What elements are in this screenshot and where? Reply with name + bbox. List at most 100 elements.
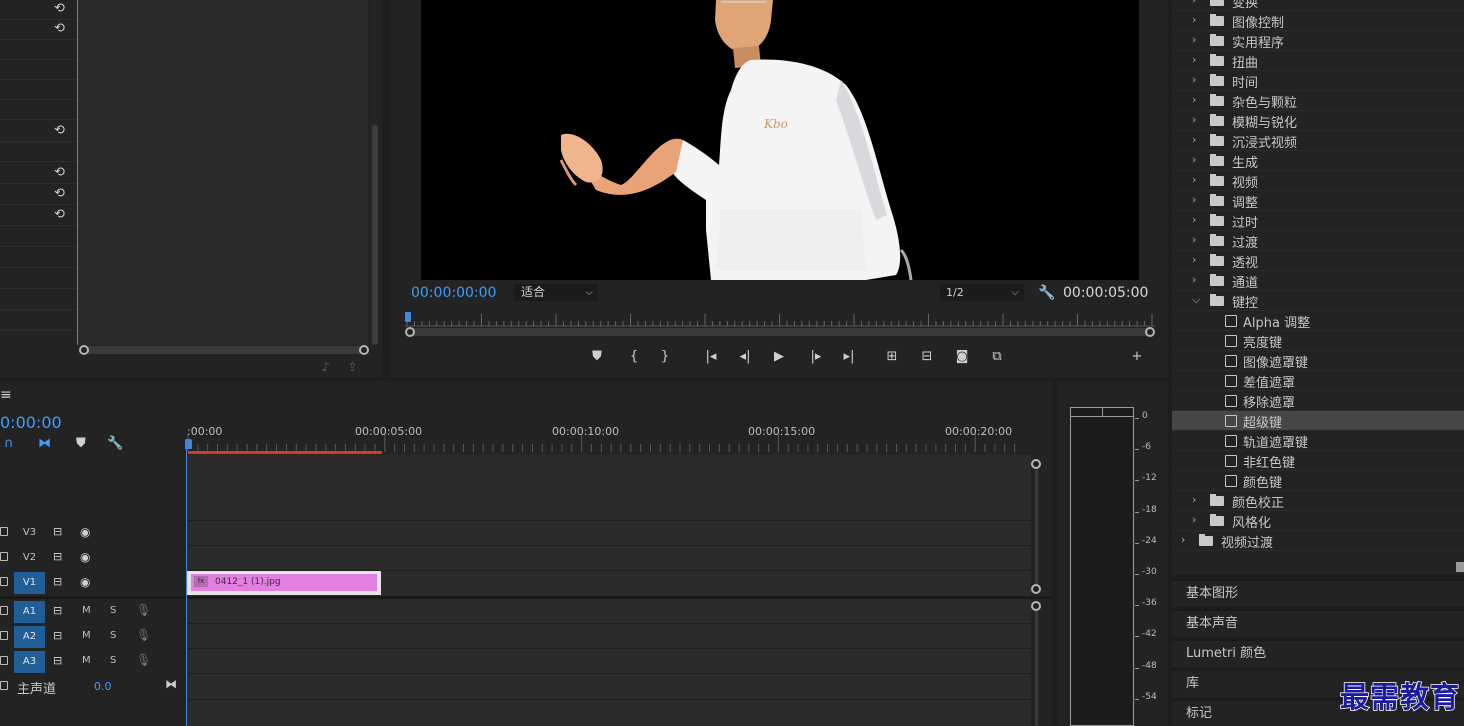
chevron-right-icon[interactable]: › <box>1192 233 1196 246</box>
lock-icon[interactable] <box>0 577 8 586</box>
effects-scroll-indicator[interactable] <box>1456 562 1464 572</box>
mute-button[interactable]: M <box>82 630 91 641</box>
export-frame-icon[interactable]: ◙ <box>953 349 971 365</box>
step-forward-icon[interactable]: |▸ <box>807 349 825 365</box>
video-scrollbar[interactable] <box>1035 469 1038 584</box>
solo-button[interactable]: S <box>110 630 116 641</box>
mark-in-icon[interactable]: { <box>625 349 643 365</box>
mic-icon[interactable]: 🎙 <box>136 653 151 667</box>
sync-lock-icon[interactable]: ⊟ <box>53 654 62 667</box>
chevron-right-icon[interactable]: › <box>1192 93 1196 106</box>
eye-icon[interactable]: ◉ <box>80 575 90 589</box>
mic-icon[interactable]: 🎙 <box>136 628 151 642</box>
master-volume-value[interactable]: 0.0 <box>94 680 112 693</box>
mute-button[interactable]: M <box>82 655 91 666</box>
comparison-view-icon[interactable]: ⧉ <box>988 349 1006 365</box>
sync-lock-icon[interactable]: ⊟ <box>53 575 62 588</box>
effect-folder[interactable]: › 变换 <box>1172 0 1464 11</box>
lift-icon[interactable]: ⊞ <box>883 349 901 365</box>
audio-filter-icon[interactable]: ♪ <box>322 360 330 374</box>
video-audio-divider[interactable] <box>0 596 1052 599</box>
eye-icon[interactable]: ◉ <box>80 525 90 539</box>
timeline-playhead[interactable] <box>185 439 192 449</box>
snap-magnet-icon[interactable]: ∩ <box>4 436 14 451</box>
panel-essential-sound[interactable]: 基本声音 <box>1172 609 1464 637</box>
chevron-right-icon[interactable]: › <box>1192 13 1196 26</box>
effect-folder[interactable]: › 过渡 <box>1172 231 1464 251</box>
audio-tracks-area[interactable] <box>186 599 1031 726</box>
export-icon[interactable]: ⇪ <box>348 360 358 374</box>
timeline-settings-wrench-icon[interactable]: 🔧 <box>107 436 123 451</box>
reset-icon[interactable]: ⟲ <box>54 22 68 36</box>
chevron-right-icon[interactable]: › <box>1181 533 1185 546</box>
reset-icon[interactable]: ⟲ <box>54 124 68 138</box>
sync-lock-icon[interactable]: ⊟ <box>53 525 62 538</box>
chevron-right-icon[interactable]: › <box>1192 213 1196 226</box>
effect-item[interactable]: 图像遮罩键 <box>1172 351 1464 371</box>
reset-icon[interactable]: ⟲ <box>54 208 68 222</box>
chevron-right-icon[interactable]: › <box>1192 53 1196 66</box>
solo-button[interactable]: S <box>110 605 116 616</box>
effect-folder[interactable]: › 颜色校正 <box>1172 491 1464 511</box>
track-name-a1[interactable]: A1 <box>14 601 45 623</box>
effect-folder[interactable]: › 实用程序 <box>1172 31 1464 51</box>
fit-zoom-select[interactable]: 适合 ⌵ <box>514 284 598 301</box>
ec-keyframe-area[interactable] <box>78 0 368 345</box>
play-icon[interactable]: ▶ <box>770 349 788 365</box>
effect-folder[interactable]: › 调整 <box>1172 191 1464 211</box>
step-back-icon[interactable]: ◂| <box>736 349 754 365</box>
timeline-zoom-handle[interactable] <box>1031 584 1041 594</box>
effect-folder[interactable]: › 沉浸式视频 <box>1172 131 1464 151</box>
timeline-zoom-handle[interactable] <box>1031 601 1041 611</box>
timeline-menu-icon[interactable]: ≡ <box>0 387 12 403</box>
lock-icon[interactable] <box>0 631 8 640</box>
effect-folder[interactable]: › 透视 <box>1172 251 1464 271</box>
monitor-zoom-handle-right[interactable] <box>1145 327 1155 337</box>
effect-folder[interactable]: › 视频 <box>1172 171 1464 191</box>
effect-folder[interactable]: › 通道 <box>1172 271 1464 291</box>
mic-icon[interactable]: 🎙 <box>136 603 151 617</box>
reset-icon[interactable]: ⟲ <box>54 2 68 16</box>
timeline-timecode[interactable]: 0:00:00 <box>0 413 62 432</box>
go-to-out-icon[interactable]: ▸| <box>840 349 858 365</box>
mark-out-icon[interactable]: } <box>656 349 674 365</box>
chevron-right-icon[interactable]: › <box>1192 113 1196 126</box>
video-preview[interactable]: Kbo <box>421 0 1139 280</box>
lock-icon[interactable] <box>0 552 8 561</box>
linked-selection-icon[interactable]: ⧓ <box>38 436 51 451</box>
effect-folder[interactable]: › 杂色与颗粒 <box>1172 91 1464 111</box>
effect-item[interactable]: Alpha 调整 <box>1172 311 1464 331</box>
mute-button[interactable]: M <box>82 605 91 616</box>
monitor-zoom-handle-left[interactable] <box>405 327 415 337</box>
monitor-time-ruler[interactable] <box>405 311 1155 327</box>
add-marker-icon[interactable]: ⛊ <box>588 349 606 365</box>
current-timecode[interactable]: 00:00:00:00 <box>411 285 496 301</box>
chevron-right-icon[interactable]: › <box>1192 513 1196 526</box>
reset-icon[interactable]: ⟲ <box>54 187 68 201</box>
chevron-right-icon[interactable]: › <box>1192 133 1196 146</box>
effect-folder[interactable]: › 生成 <box>1172 151 1464 171</box>
effect-folder[interactable]: › 视频过渡 <box>1172 531 1464 551</box>
track-name-v2[interactable]: V2 <box>14 547 45 569</box>
effect-folder[interactable]: ⌵ 键控 <box>1172 291 1464 311</box>
sync-lock-icon[interactable]: ⊟ <box>53 629 62 642</box>
work-area-bar[interactable] <box>188 451 382 454</box>
chevron-down-icon[interactable]: ⌵ <box>1192 293 1200 307</box>
chevron-right-icon[interactable]: › <box>1192 253 1196 266</box>
playback-resolution-select[interactable]: 1/2 ⌵ <box>940 284 1024 301</box>
chevron-right-icon[interactable]: › <box>1192 33 1196 46</box>
monitor-playhead[interactable] <box>405 312 411 322</box>
ec-scrollbar-thumb[interactable] <box>372 125 378 345</box>
settings-wrench-icon[interactable]: 🔧 <box>1038 285 1055 301</box>
extract-icon[interactable]: ⊟ <box>918 349 936 365</box>
effect-folder[interactable]: › 图像控制 <box>1172 11 1464 31</box>
track-name-a3[interactable]: A3 <box>14 651 45 673</box>
effect-item[interactable]: 亮度键 <box>1172 331 1464 351</box>
chevron-right-icon[interactable]: › <box>1192 73 1196 86</box>
go-to-keyframe-icon[interactable]: ⧓ <box>165 677 177 691</box>
chevron-right-icon[interactable]: › <box>1192 173 1196 186</box>
monitor-zoom-bar[interactable] <box>410 328 1150 336</box>
ec-zoom-handle-right[interactable] <box>359 345 369 355</box>
solo-button[interactable]: S <box>110 655 116 666</box>
chevron-right-icon[interactable]: › <box>1192 0 1196 6</box>
